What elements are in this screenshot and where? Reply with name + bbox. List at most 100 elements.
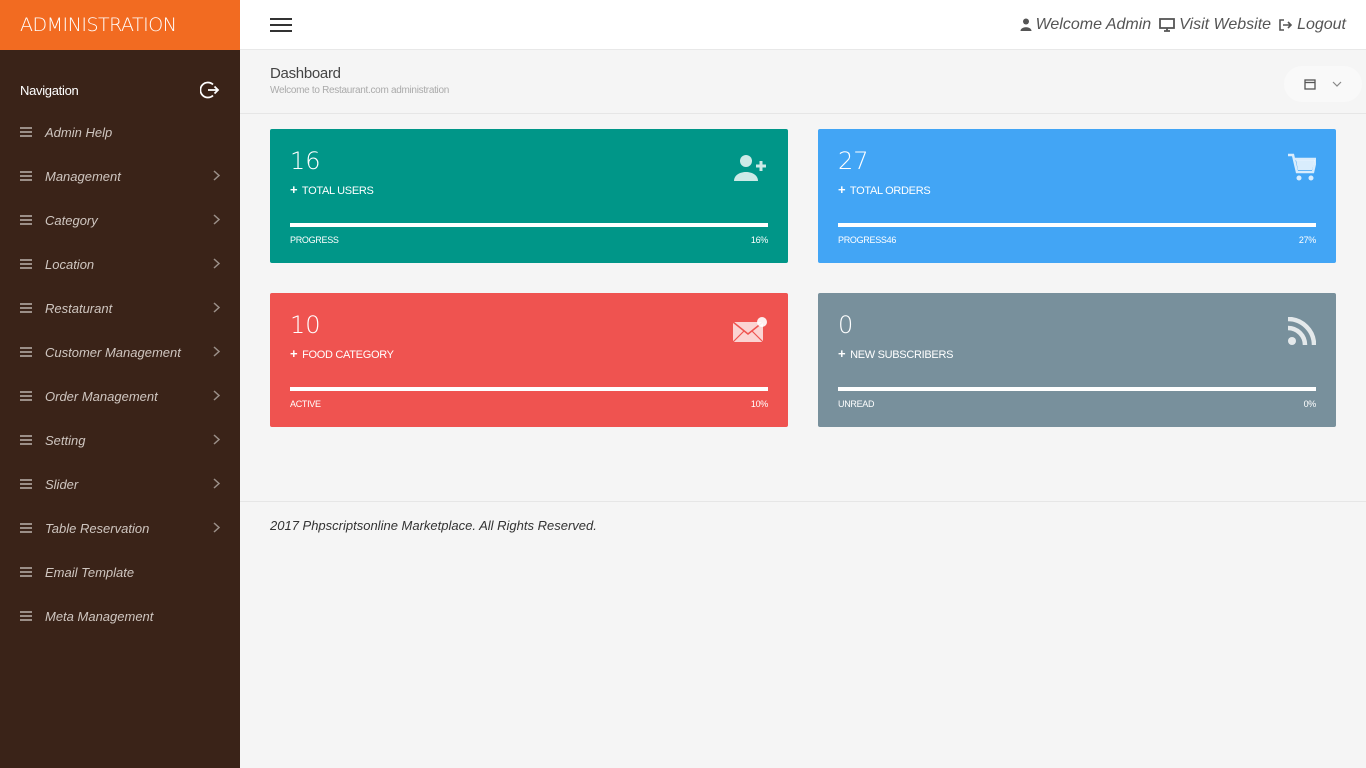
sidebar-item-location[interactable]: Location [0, 242, 240, 286]
chevron-down-icon [1332, 81, 1342, 87]
logout-link[interactable]: Logout [1279, 16, 1346, 34]
stat-label: + TOTAL USERS [290, 182, 374, 197]
stat-label: + NEW SUBSCRIBERS [838, 346, 954, 361]
stat-footer: UNREAD 0% [838, 399, 1316, 409]
sidebar-item-setting[interactable]: Setting [0, 418, 240, 462]
chevron-right-icon [213, 256, 221, 272]
stat-footer: PROGRESS 16% [290, 235, 768, 245]
stat-footer-label: PROGRESS [290, 235, 339, 245]
rss-icon [1287, 316, 1317, 350]
sidebar-item-label: Restaturant [45, 300, 113, 316]
sidebar-item-order-management[interactable]: Order Management [0, 374, 240, 418]
sidebar-item-slider[interactable]: Slider [0, 462, 240, 506]
stat-footer: ACTIVE 10% [290, 399, 768, 409]
logout-text: Logout [1297, 15, 1346, 33]
add-user-icon [734, 153, 768, 188]
sidebar-item-label: Email Template [45, 564, 135, 580]
chevron-right-icon [213, 344, 221, 360]
sidebar: ADMINISTRATION Navigation Admin Help Mana… [0, 0, 240, 768]
stat-label: + TOTAL ORDERS [838, 182, 931, 197]
welcome-text: Welcome Admin [1035, 15, 1152, 33]
list-icon [20, 215, 32, 225]
chevron-right-icon [213, 388, 221, 404]
sidebar-item-label: Setting [45, 432, 86, 448]
stat-value: 27 [838, 147, 869, 175]
page-footer: 2017 Phpscriptsonline Marketplace. All R… [240, 501, 1366, 549]
nav-heading: Navigation [20, 82, 79, 98]
stat-footer-percent: 0% [1303, 399, 1317, 409]
chevron-right-icon [213, 476, 221, 492]
visit-website-text: Visit Website [1179, 15, 1272, 33]
progress-bar [838, 223, 1316, 227]
top-bar: Welcome Admin Visit Website Logout [240, 0, 1366, 50]
stat-value: 10 [290, 311, 321, 339]
sign-out-icon[interactable] [200, 80, 220, 100]
progress-bar [838, 387, 1316, 391]
chevron-right-icon [213, 520, 221, 536]
user-icon [1020, 18, 1032, 31]
page-subtitle: Welcome to Restaurant.com administration [270, 85, 450, 96]
list-icon [20, 171, 32, 181]
list-icon [20, 523, 32, 533]
list-icon [20, 391, 32, 401]
chevron-right-icon [213, 168, 221, 184]
progress-bar [290, 387, 768, 391]
mail-icon [732, 317, 768, 348]
sidebar-item-label: Order Management [45, 388, 158, 404]
chevron-right-icon [213, 300, 221, 316]
menu-toggle-icon[interactable] [270, 17, 292, 32]
top-links: Welcome Admin Visit Website Logout [1016, 16, 1346, 34]
stat-card-food-category[interactable]: 10 + FOOD CATEGORY ACTIVE 10% [270, 293, 788, 427]
chevron-right-icon [213, 432, 221, 448]
sidebar-item-meta-management[interactable]: Meta Management [0, 594, 240, 638]
progress-bar [290, 223, 768, 227]
cart-icon [1288, 153, 1318, 186]
sidebar-item-label: Slider [45, 476, 79, 492]
chevron-right-icon [213, 212, 221, 228]
sidebar-item-management[interactable]: Management [0, 154, 240, 198]
stat-value: 16 [290, 147, 321, 175]
logout-icon [1279, 18, 1293, 31]
stat-footer-percent: 16% [750, 235, 768, 245]
date-range-button[interactable] [1284, 66, 1362, 102]
list-icon [20, 303, 32, 313]
stat-card-new-subscribers[interactable]: 0 + NEW SUBSCRIBERS UNREAD 0% [818, 293, 1336, 427]
page-title: Dashboard [270, 65, 341, 82]
stat-footer-label: PROGRESS46 [838, 235, 897, 245]
monitor-icon [1159, 17, 1176, 32]
stat-footer: PROGRESS46 27% [838, 235, 1316, 245]
sidebar-item-admin-help[interactable]: Admin Help [0, 110, 240, 154]
welcome-link[interactable]: Welcome Admin [1020, 15, 1152, 34]
sidebar-item-label: Location [45, 256, 95, 272]
sidebar-item-label: Management [45, 168, 121, 184]
sidebar-item-label: Admin Help [45, 124, 113, 140]
stat-footer-percent: 10% [750, 399, 768, 409]
list-icon [20, 567, 32, 577]
sidebar-item-table-reservation[interactable]: Table Reservation [0, 506, 240, 550]
list-icon [20, 435, 32, 445]
list-icon [20, 479, 32, 489]
nav-header: Navigation [0, 70, 240, 110]
stat-footer-label: ACTIVE [290, 399, 321, 409]
stat-card-total-users[interactable]: 16 + TOTAL USERS PROGRESS 16% [270, 129, 788, 263]
sidebar-item-label: Customer Management [45, 344, 181, 360]
sidebar-item-label: Table Reservation [45, 520, 150, 536]
sidebar-item-email-template[interactable]: Email Template [0, 550, 240, 594]
list-icon [20, 347, 32, 357]
stat-footer-percent: 27% [1298, 235, 1316, 245]
stat-card-total-orders[interactable]: 27 + TOTAL ORDERS PROGRESS46 27% [818, 129, 1336, 263]
visit-website-link[interactable]: Visit Website [1159, 16, 1271, 34]
stat-footer-label: UNREAD [838, 399, 875, 409]
stat-label: + FOOD CATEGORY [290, 346, 394, 361]
list-icon [20, 259, 32, 269]
sidebar-item-restaturant[interactable]: Restaturant [0, 286, 240, 330]
sidebar-item-customer-management[interactable]: Customer Management [0, 330, 240, 374]
stat-value: 0 [838, 311, 854, 339]
sidebar-item-category[interactable]: Category [0, 198, 240, 242]
nav-list: Admin Help Management Category Location Rest… [0, 110, 240, 638]
page-header: Dashboard Welcome to Restaurant.com admi… [240, 50, 1366, 114]
list-icon [20, 611, 32, 621]
sidebar-item-label: Meta Management [45, 608, 154, 624]
brand-title[interactable]: ADMINISTRATION [0, 0, 240, 50]
list-icon [20, 127, 32, 137]
